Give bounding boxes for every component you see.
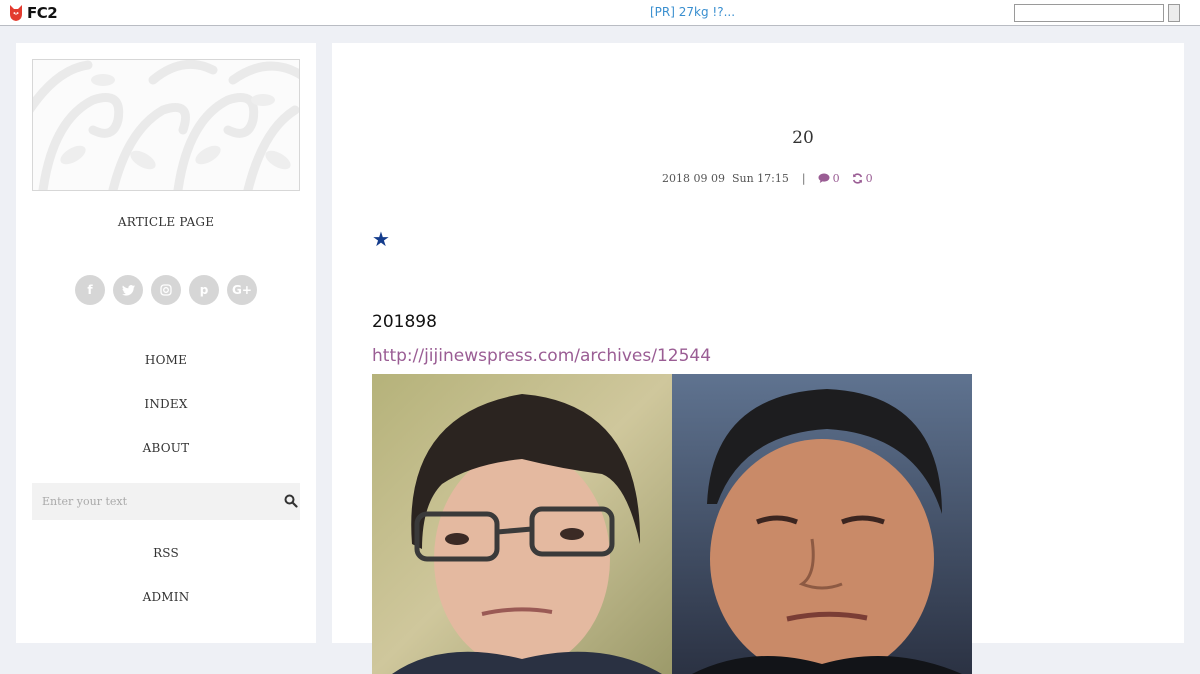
nav-index-link[interactable]: INDEX (16, 397, 316, 411)
fc2-brand-text: FC2 (27, 4, 58, 22)
sidebar: ARTICLE PAGE f p G+ HOME INDEX ABOUT RSS (16, 43, 316, 643)
two-portraits-image (372, 374, 972, 674)
comment-icon (818, 173, 830, 183)
refresh-icon (852, 172, 862, 184)
header-image[interactable] (32, 59, 300, 191)
nav-admin-link[interactable]: ADMIN (16, 590, 316, 604)
post-date-line: 201898 (372, 312, 437, 332)
post-title: 20 (792, 128, 814, 148)
nav-rss-link[interactable]: RSS (16, 546, 316, 560)
post-day-time: Sun 17:15 (731, 171, 789, 185)
twitter-bird-icon (121, 284, 135, 296)
page-type-label: ARTICLE PAGE (117, 215, 215, 229)
post-meta: 2018 09 09 Sun 17:15 | 0 0 (662, 171, 873, 185)
star-icon: ★ (372, 227, 390, 251)
comment-count-link[interactable]: 0 (818, 172, 840, 185)
nav-home-link[interactable]: HOME (16, 353, 316, 367)
pinterest-icon[interactable]: p (189, 275, 219, 305)
source-article-link[interactable]: http://jijinewspress.com/archives/12544 (372, 346, 711, 366)
floral-pattern-image (33, 60, 299, 190)
facebook-icon[interactable]: f (75, 275, 105, 305)
search-icon[interactable] (284, 493, 298, 512)
fc2-header-bar: FC2 [PR] 27kg !?... (0, 0, 1200, 26)
nav-about-link[interactable]: ABOUT (16, 441, 316, 455)
comment-count: 0 (832, 171, 840, 185)
top-search-input[interactable] (1014, 4, 1164, 22)
meta-separator: | (801, 171, 806, 185)
instagram-icon[interactable] (151, 275, 181, 305)
google-plus-icon[interactable]: G+ (227, 275, 257, 305)
article-photo (372, 374, 972, 674)
top-search-button[interactable] (1168, 4, 1180, 22)
trackback-count: 0 (865, 171, 873, 185)
sidebar-search (32, 483, 300, 520)
social-links: f p G+ (75, 275, 257, 305)
pr-ad-link[interactable]: [PR] 27kg !?... (650, 5, 735, 19)
fc2-fox-icon (10, 5, 22, 21)
article-panel: 20 2018 09 09 Sun 17:15 | 0 0 ★ 201898 h… (332, 43, 1184, 674)
fc2-logo[interactable]: FC2 (8, 4, 58, 22)
twitter-icon[interactable] (113, 275, 143, 305)
sidebar-search-input[interactable] (32, 483, 272, 520)
instagram-camera-icon (160, 284, 172, 296)
post-date: 2018 09 09 (662, 171, 725, 185)
trackback-count-link[interactable]: 0 (852, 172, 873, 185)
